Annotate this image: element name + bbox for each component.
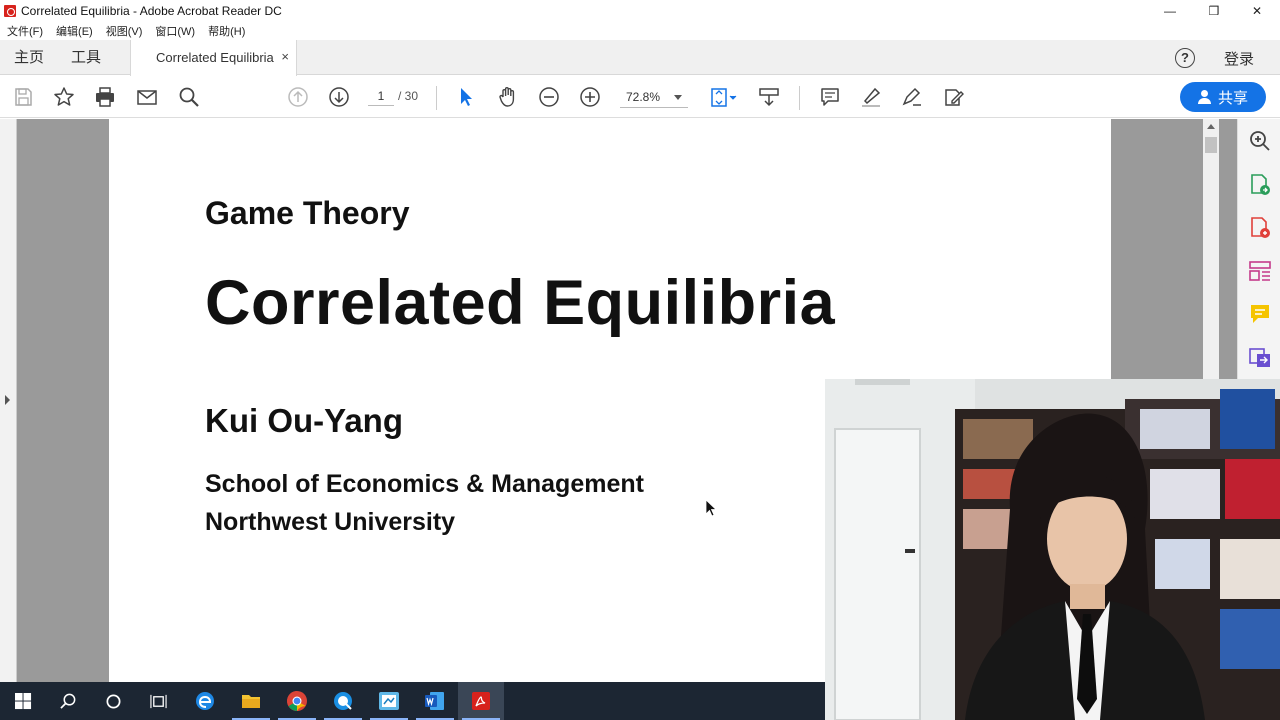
zoom-value: 72.8% (626, 90, 661, 104)
task-view-icon[interactable] (135, 682, 181, 720)
mouse-cursor-icon (705, 499, 718, 517)
cortana-icon[interactable] (90, 682, 136, 720)
author-name: Kui Ou-Yang (205, 402, 403, 439)
select-cursor-icon[interactable] (453, 84, 479, 110)
affiliation-school: School of Economics & Management (205, 470, 644, 498)
signin-link[interactable]: 登录 (1224, 48, 1254, 69)
affiliation-university: Northwest University (205, 508, 456, 536)
document-title: Correlated Equilibria (205, 268, 836, 338)
menu-edit[interactable]: 编辑(E) (56, 23, 93, 39)
left-panel-toggle[interactable] (0, 119, 17, 682)
save-icon[interactable] (10, 84, 36, 110)
toolbar-divider (799, 86, 800, 110)
tab-document[interactable]: Correlated Equilibria × (130, 40, 297, 76)
print-icon[interactable] (92, 84, 118, 110)
minimize-button[interactable]: — (1147, 0, 1193, 21)
zoom-in-icon[interactable] (577, 84, 603, 110)
expand-arrow-icon (5, 395, 10, 405)
zoom-panel-icon[interactable] (1248, 129, 1272, 153)
highlight-icon[interactable] (858, 84, 884, 110)
page-number-input[interactable]: 1 (368, 86, 394, 106)
app-icon[interactable] (366, 682, 412, 720)
email-icon[interactable] (134, 84, 160, 110)
comment-panel-icon[interactable] (1248, 302, 1272, 326)
tab-home[interactable]: 主页 (14, 40, 44, 75)
page-total: / 30 (398, 89, 419, 103)
acrobat-icon[interactable] (458, 682, 504, 720)
share-button[interactable]: 共享 (1180, 82, 1266, 112)
edge-icon[interactable] (182, 682, 228, 720)
close-button[interactable]: ✕ (1234, 0, 1280, 21)
comment-icon[interactable] (817, 84, 843, 110)
acrobat-app-icon (4, 4, 16, 17)
share-label: 共享 (1217, 89, 1248, 107)
search-icon[interactable] (176, 84, 202, 110)
restore-button[interactable]: ❒ (1191, 0, 1237, 21)
title-bar: Correlated Equilibria - Adobe Acrobat Re… (0, 0, 1280, 21)
search-icon[interactable] (45, 682, 91, 720)
convert-icon[interactable] (1248, 345, 1272, 369)
scroll-mode-icon[interactable] (756, 84, 782, 110)
windows-start-icon[interactable] (0, 682, 46, 720)
webcam-scene (825, 379, 1280, 720)
previous-page-icon[interactable] (285, 84, 311, 110)
menu-help[interactable]: 帮助(H) (208, 23, 245, 39)
zoom-out-icon[interactable] (536, 84, 562, 110)
menu-file[interactable]: 文件(F) (7, 23, 43, 39)
course-title: Game Theory (205, 195, 410, 231)
bookmark-star-icon[interactable] (51, 84, 77, 110)
menu-window[interactable]: 窗口(W) (155, 23, 195, 39)
tab-tools[interactable]: 工具 (71, 40, 101, 75)
help-icon[interactable]: ? (1175, 48, 1195, 68)
webcam-overlay (825, 379, 1280, 720)
tab-document-label: Correlated Equilibria (156, 50, 274, 65)
organize-pages-icon[interactable] (1248, 259, 1272, 283)
close-tab-icon[interactable]: × (281, 49, 289, 64)
file-explorer-icon[interactable] (228, 682, 274, 720)
menu-view[interactable]: 视图(V) (106, 23, 143, 39)
export-pdf-icon[interactable] (1248, 173, 1272, 197)
create-pdf-icon[interactable] (1248, 216, 1272, 240)
person-add-icon (1197, 90, 1212, 104)
window-title: Correlated Equilibria - Adobe Acrobat Re… (21, 3, 282, 18)
next-page-icon[interactable] (326, 84, 352, 110)
fit-page-icon[interactable] (708, 84, 740, 110)
menu-bar: 文件(F) 编辑(E) 视图(V) 窗口(W) 帮助(H) (0, 21, 1280, 40)
fill-sign-icon[interactable] (941, 84, 967, 110)
hand-tool-icon[interactable] (495, 84, 521, 110)
chrome-icon[interactable] (274, 682, 320, 720)
scroll-up-icon[interactable] (1207, 124, 1215, 129)
chevron-down-icon (674, 95, 682, 100)
tab-bar: 主页 工具 Correlated Equilibria × ? 登录 (0, 40, 1280, 76)
scrollbar-thumb[interactable] (1205, 137, 1217, 153)
zoom-select[interactable]: 72.8% (620, 86, 688, 108)
toolbar-divider (436, 86, 437, 110)
sign-icon[interactable] (899, 84, 925, 110)
qq-browser-icon[interactable] (320, 682, 366, 720)
word-icon[interactable] (412, 682, 458, 720)
toolbar: 1 / 30 72.8% 共享 (0, 76, 1280, 118)
